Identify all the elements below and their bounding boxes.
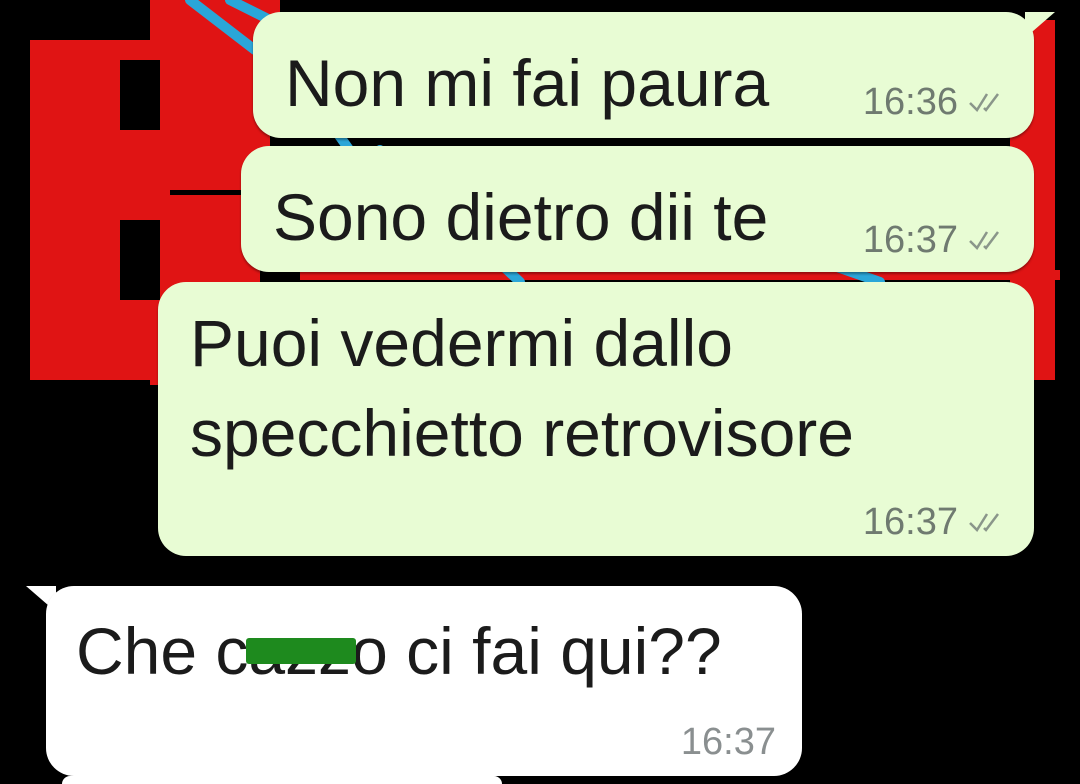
message-time: 16:37 — [680, 721, 776, 763]
double-check-icon — [969, 231, 999, 250]
message-time: 16:36 — [862, 81, 958, 123]
message-time: 16:37 — [862, 219, 958, 261]
double-check-icon — [969, 93, 999, 112]
message-bubble-outgoing[interactable]: Sono dietro dii te 16:37 — [241, 146, 1034, 272]
message-meta: 16:37 — [863, 220, 1008, 260]
message-bubble-incoming[interactable]: Che cazzo ci fai qui?? 16:37 — [46, 586, 802, 776]
message-time: 16:37 — [862, 501, 958, 543]
message-text-line: Puoi vedermi dallo — [190, 306, 733, 380]
message-meta: 16:37 — [681, 722, 776, 762]
double-check-icon — [969, 513, 999, 532]
message-text: Che cazzo ci fai qui?? — [76, 614, 722, 688]
message-meta: 16:37 — [863, 502, 1008, 542]
bubble-tail — [1025, 12, 1055, 38]
message-bubble-outgoing[interactable]: Puoi vedermi dallo specchietto retroviso… — [158, 282, 1034, 556]
message-text: Sono dietro dii te — [273, 180, 769, 254]
censor-bar — [246, 638, 356, 664]
message-text: Non mi fai paura — [285, 46, 770, 120]
message-meta: 16:36 — [863, 82, 1008, 122]
message-text-line: specchietto retrovisore — [190, 396, 854, 470]
message-bubble-outgoing[interactable]: Non mi fai paura 16:36 — [253, 12, 1034, 138]
next-message-bubble-edge — [62, 776, 502, 784]
